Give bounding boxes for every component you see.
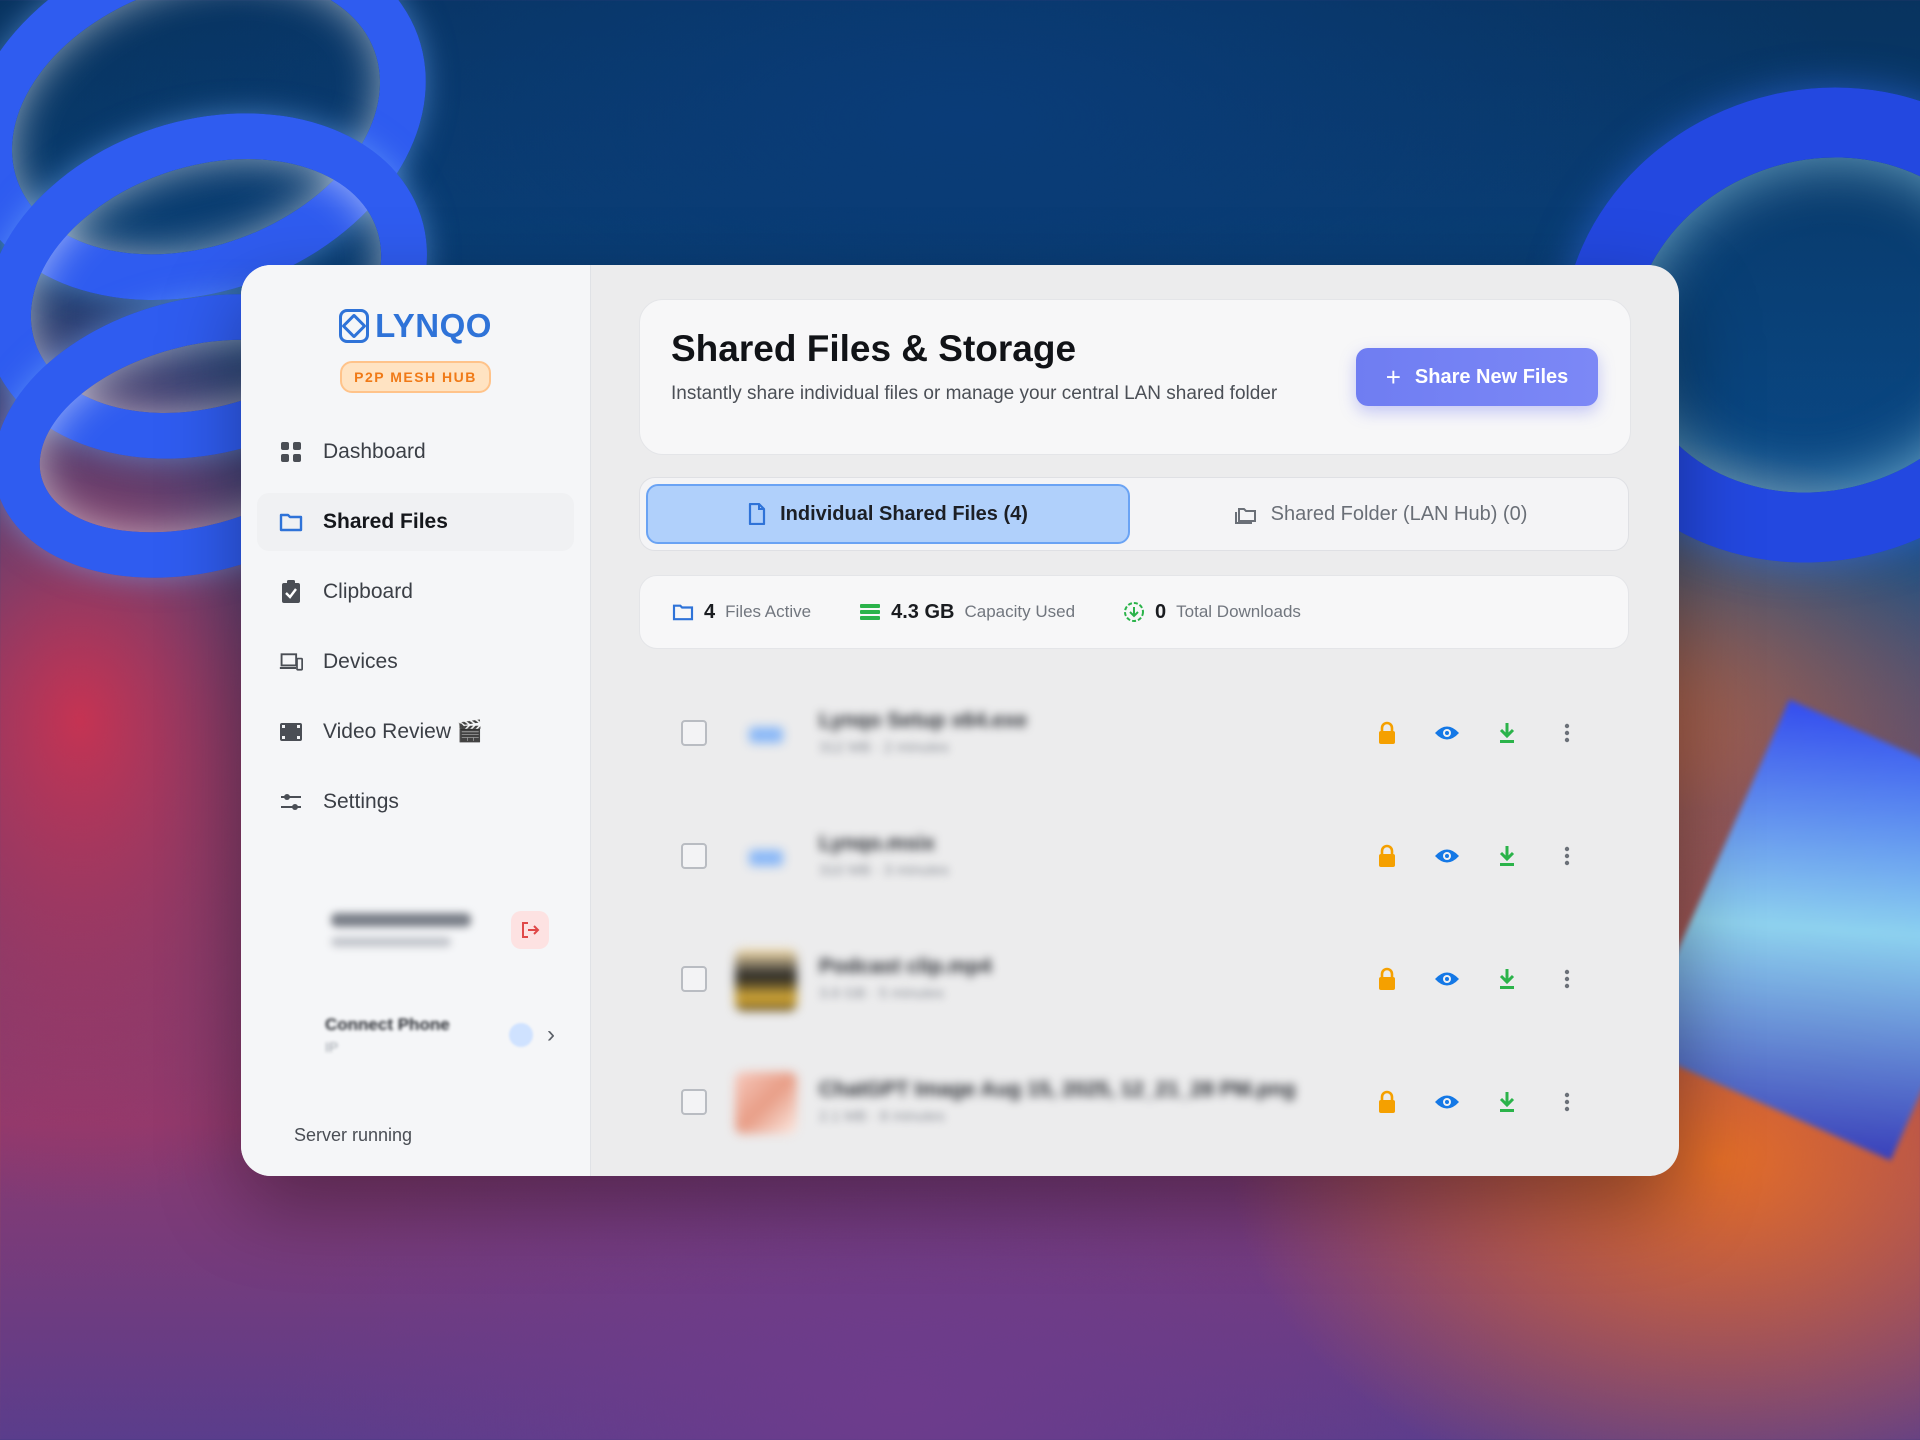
app-name: LYNQO — [375, 307, 492, 344]
more-options-icon[interactable] — [1553, 842, 1581, 870]
share-button-label: Share New Files — [1414, 365, 1569, 388]
file-row[interactable]: Lynqo Setup x64.exe 312 MB · 2 minutes — [639, 673, 1629, 796]
storage-icon — [860, 604, 881, 620]
view-icon[interactable] — [1433, 719, 1461, 747]
more-options-icon[interactable] — [1553, 1088, 1581, 1116]
stat-value: 4.3 GB — [891, 600, 955, 623]
stat-label: Files Active — [725, 602, 812, 621]
share-new-files-button[interactable]: + Share New Files — [1356, 348, 1598, 406]
file-row[interactable]: ChatGPT Image Aug 15, 2025, 12_21_28 PM.… — [639, 1042, 1629, 1165]
lock-icon[interactable] — [1373, 719, 1401, 747]
server-status: Server running — [294, 1125, 413, 1145]
file-list: Lynqo Setup x64.exe 312 MB · 2 minutes L… — [639, 673, 1629, 1165]
lock-icon[interactable] — [1373, 1088, 1401, 1116]
file-name: Lynqo.msix — [819, 832, 935, 855]
plus-icon: + — [1385, 362, 1401, 392]
stat-label: Capacity Used — [964, 602, 1076, 621]
mesh-hub-badge: P2P MESH HUB — [340, 361, 491, 393]
sidebar-item-label: Dashboard — [323, 440, 426, 463]
more-options-icon[interactable] — [1553, 719, 1581, 747]
sliders-icon — [279, 790, 303, 814]
grid-icon — [279, 440, 303, 464]
devices-icon — [279, 650, 303, 674]
sidebar-item-dashboard[interactable]: Dashboard — [257, 423, 574, 481]
download-icon[interactable] — [1493, 842, 1521, 870]
file-thumbnail — [735, 826, 797, 888]
stat-files-active: 4 Files Active — [672, 601, 811, 624]
film-icon — [279, 720, 303, 744]
sidebar-item-shared-files[interactable]: Shared Files — [257, 493, 574, 551]
view-icon[interactable] — [1433, 965, 1461, 993]
logo-icon — [339, 309, 370, 343]
stats-bar: 4 Files Active 4.3 GB Capacity Used 0 To… — [639, 575, 1629, 649]
sidebar-item-clipboard[interactable]: Clipboard — [257, 563, 574, 621]
view-icon[interactable] — [1433, 1088, 1461, 1116]
lock-icon[interactable] — [1373, 842, 1401, 870]
app-window: LYNQO P2P MESH HUB Dashboard Shared File… — [241, 265, 1679, 1176]
connect-ip-label: IP — [325, 1039, 339, 1055]
file-meta: 2.1 MB · 8 minutes — [819, 1108, 945, 1125]
chevron-right-icon: › — [547, 1021, 555, 1048]
connect-phone-label: Connect Phone — [325, 1015, 450, 1034]
more-options-icon[interactable] — [1553, 965, 1581, 993]
sidebar-item-label: Clipboard — [323, 580, 413, 603]
logo: LYNQO — [241, 307, 590, 345]
folders-icon — [1234, 508, 1256, 524]
connect-phone-row[interactable]: Connect Phone IP › — [325, 1005, 555, 1065]
logout-icon — [522, 922, 540, 938]
file-thumbnail — [735, 1072, 797, 1134]
download-circle-icon — [1124, 602, 1145, 622]
logout-button[interactable] — [511, 911, 549, 949]
user-card — [321, 895, 561, 965]
user-info-obscured — [321, 913, 511, 947]
row-checkbox[interactable] — [681, 843, 707, 869]
download-icon[interactable] — [1493, 1088, 1521, 1116]
tab-individual-shared-files[interactable]: Individual Shared Files (4) — [646, 484, 1130, 544]
main-content: Shared Files & Storage Instantly share i… — [591, 265, 1679, 1176]
file-tabs: Individual Shared Files (4) Shared Folde… — [639, 477, 1629, 551]
sidebar-item-settings[interactable]: Settings — [257, 773, 574, 831]
sidebar-item-video-review[interactable]: Video Review 🎬 — [257, 703, 574, 761]
download-icon[interactable] — [1493, 719, 1521, 747]
row-checkbox[interactable] — [681, 720, 707, 746]
file-name: Podcast clip.mp4 — [819, 955, 992, 978]
sidebar-nav: Dashboard Shared Files Clipboard Devices — [241, 423, 590, 831]
qr-icon — [509, 1023, 533, 1047]
file-meta: 312 MB · 2 minutes — [819, 739, 950, 756]
stat-value: 4 — [704, 600, 716, 623]
file-name: Lynqo Setup x64.exe — [819, 709, 1028, 732]
file-meta: 3.6 GB · 5 minutes — [819, 985, 945, 1002]
sidebar-item-label: Video Review 🎬 — [323, 720, 484, 743]
file-thumbnail — [735, 949, 797, 1011]
sidebar-item-devices[interactable]: Devices — [257, 633, 574, 691]
stat-value: 0 — [1155, 600, 1167, 623]
file-row[interactable]: Podcast clip.mp4 3.6 GB · 5 minutes — [639, 919, 1629, 1042]
sidebar-item-label: Shared Files — [323, 510, 448, 533]
tab-label: Shared Folder (LAN Hub) (0) — [1270, 502, 1528, 525]
header-card: Shared Files & Storage Instantly share i… — [639, 299, 1631, 455]
file-meta: 310 MB · 3 minutes — [819, 862, 950, 879]
stat-label: Total Downloads — [1176, 602, 1301, 621]
folder-icon — [279, 510, 303, 534]
row-checkbox[interactable] — [681, 1089, 707, 1115]
tab-shared-folder[interactable]: Shared Folder (LAN Hub) (0) — [1138, 484, 1622, 544]
sidebar-item-label: Settings — [323, 790, 399, 813]
download-icon[interactable] — [1493, 965, 1521, 993]
lock-icon[interactable] — [1373, 965, 1401, 993]
page-title: Shared Files & Storage — [671, 328, 1077, 369]
file-name: ChatGPT Image Aug 15, 2025, 12_21_28 PM.… — [819, 1078, 1296, 1101]
stat-total-downloads: 0 Total Downloads — [1123, 601, 1301, 624]
row-checkbox[interactable] — [681, 966, 707, 992]
folder-icon — [672, 604, 694, 621]
tab-label: Individual Shared Files (4) — [780, 502, 1028, 525]
file-thumbnail — [735, 703, 797, 765]
clipboard-check-icon — [279, 580, 303, 604]
page-subtitle: Instantly share individual files or mana… — [671, 383, 1278, 404]
stat-capacity-used: 4.3 GB Capacity Used — [859, 601, 1075, 624]
sidebar: LYNQO P2P MESH HUB Dashboard Shared File… — [241, 265, 591, 1176]
view-icon[interactable] — [1433, 842, 1461, 870]
file-icon — [748, 503, 766, 525]
file-row[interactable]: Lynqo.msix 310 MB · 3 minutes — [639, 796, 1629, 919]
sidebar-item-label: Devices — [323, 650, 398, 673]
